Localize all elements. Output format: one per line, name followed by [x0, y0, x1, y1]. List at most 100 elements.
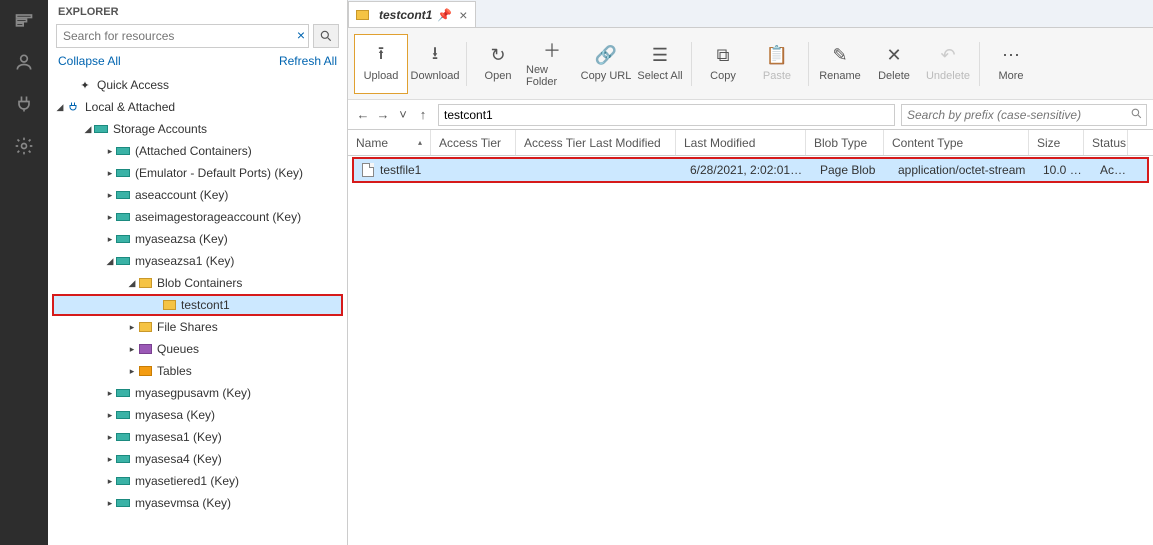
tree-item[interactable]: ▸myasesa (Key) [48, 404, 347, 426]
tab-pin-icon[interactable]: 📌 [437, 8, 452, 22]
tree-file-shares[interactable]: ▸File Shares [48, 316, 347, 338]
grid-header: Name Access Tier Access Tier Last Modifi… [348, 130, 1153, 156]
tree-item[interactable]: ▸aseimagestorageaccount (Key) [48, 206, 347, 228]
delete-button[interactable]: ✕Delete [867, 34, 921, 94]
table-icon [138, 365, 152, 377]
folder-icon [138, 277, 152, 289]
tree-item[interactable]: ▸myasetiered1 (Key) [48, 470, 347, 492]
activity-account-icon[interactable] [12, 50, 36, 74]
col-last-modified[interactable]: Last Modified [676, 130, 806, 155]
tree-item[interactable]: ▸myasesa4 (Key) [48, 448, 347, 470]
delete-icon: ✕ [884, 46, 904, 66]
file-icon [362, 163, 374, 177]
paste-button: 📋Paste [750, 34, 804, 94]
tree-testcont1[interactable]: testcont1 [52, 294, 343, 316]
open-button[interactable]: ↻Open [471, 34, 525, 94]
tree-item[interactable]: ▸(Attached Containers) [48, 140, 347, 162]
path-bar: ← → ˅ ↑ [348, 100, 1153, 130]
plus-icon: ＋ [542, 40, 562, 60]
star-icon [78, 79, 92, 91]
col-status[interactable]: Status [1084, 130, 1128, 155]
cell-status: Active [1092, 163, 1136, 177]
search-clear-icon[interactable]: × [297, 27, 305, 43]
tree-blob-containers[interactable]: ◢Blob Containers [48, 272, 347, 294]
separator [808, 42, 809, 86]
select-all-button[interactable]: ☰Select All [633, 34, 687, 94]
separator [691, 42, 692, 86]
tree-item-expanded[interactable]: ◢myaseazsa1 (Key) [48, 250, 347, 272]
collapse-all-link[interactable]: Collapse All [58, 54, 121, 68]
more-button[interactable]: ⋯More [984, 34, 1038, 94]
storage-icon [116, 409, 130, 421]
copy-icon: ⧉ [713, 46, 733, 66]
tree-item[interactable]: ▸myasesa1 (Key) [48, 426, 347, 448]
resource-tree: Quick Access ◢Local & Attached ◢Storage … [48, 74, 347, 545]
cell-content-type: application/octet-stream [890, 163, 1035, 177]
explorer-title: EXPLORER [48, 0, 347, 20]
tree-storage-accounts[interactable]: ◢Storage Accounts [48, 118, 347, 140]
search-input-wrapper: × [56, 24, 309, 48]
rename-button[interactable]: ✎Rename [813, 34, 867, 94]
explorer-panel: EXPLORER × Collapse All Refresh All Quic… [48, 0, 348, 545]
col-blob-type[interactable]: Blob Type [806, 130, 884, 155]
paste-icon: 📋 [767, 46, 787, 66]
activity-plug-icon[interactable] [12, 92, 36, 116]
link-icon: 🔗 [596, 46, 616, 66]
storage-icon [116, 431, 130, 443]
tree-item[interactable]: ▸myaseazsa (Key) [48, 228, 347, 250]
plug-icon [66, 101, 80, 113]
storage-icon [116, 189, 130, 201]
cell-name: testfile1 [380, 163, 421, 177]
search-button[interactable] [313, 24, 339, 48]
search-icon[interactable] [1130, 107, 1143, 123]
folder-icon [138, 321, 152, 333]
grid-row[interactable]: testfile1 6/28/2021, 2:02:01 PM Page Blo… [352, 157, 1149, 183]
col-tier-modified[interactable]: Access Tier Last Modified [516, 130, 676, 155]
main-area: testcont1 📌 × ⭱Upload ⭳Download ↻Open ＋N… [348, 0, 1153, 545]
col-size[interactable]: Size [1029, 130, 1084, 155]
storage-icon [116, 145, 130, 157]
col-name[interactable]: Name [348, 130, 431, 155]
undelete-icon: ↶ [938, 46, 958, 66]
activity-explorer-icon[interactable] [12, 8, 36, 32]
nav-up-icon[interactable]: ↑ [414, 106, 432, 124]
tab-bar: testcont1 📌 × [348, 0, 1153, 28]
prefix-search-input[interactable] [901, 104, 1147, 126]
new-folder-button[interactable]: ＋New Folder [525, 34, 579, 94]
path-input[interactable] [438, 104, 895, 126]
separator [466, 42, 467, 86]
tree-item[interactable]: ▸(Emulator - Default Ports) (Key) [48, 162, 347, 184]
container-icon [162, 299, 176, 311]
col-content-type[interactable]: Content Type [884, 130, 1029, 155]
tree-item[interactable]: ▸myasegpusavm (Key) [48, 382, 347, 404]
cell-last-modified: 6/28/2021, 2:02:01 PM [682, 163, 812, 177]
upload-icon: ⭱ [371, 46, 391, 66]
separator [979, 42, 980, 86]
activity-settings-icon[interactable] [12, 134, 36, 158]
storage-icon [116, 497, 130, 509]
tab-close-icon[interactable]: × [457, 7, 469, 23]
col-access-tier[interactable]: Access Tier [431, 130, 516, 155]
storage-icon [94, 123, 108, 135]
tree-item[interactable]: ▸aseaccount (Key) [48, 184, 347, 206]
tree-item[interactable]: ▸myasevmsa (Key) [48, 492, 347, 514]
cell-blob-type: Page Blob [812, 163, 890, 177]
tree-queues[interactable]: ▸Queues [48, 338, 347, 360]
activity-bar [0, 0, 48, 545]
refresh-all-link[interactable]: Refresh All [279, 54, 337, 68]
nav-down-icon[interactable]: ˅ [394, 106, 412, 124]
rename-icon: ✎ [830, 46, 850, 66]
tree-quick-access[interactable]: Quick Access [48, 74, 347, 96]
copy-button[interactable]: ⧉Copy [696, 34, 750, 94]
nav-back-icon[interactable]: ← [354, 106, 372, 124]
tree-local-attached[interactable]: ◢Local & Attached [48, 96, 347, 118]
storage-icon [116, 475, 130, 487]
copy-url-button[interactable]: 🔗Copy URL [579, 34, 633, 94]
download-button[interactable]: ⭳Download [408, 34, 462, 94]
tab-testcont1[interactable]: testcont1 📌 × [348, 1, 476, 27]
toolbar: ⭱Upload ⭳Download ↻Open ＋New Folder 🔗Cop… [348, 28, 1153, 100]
nav-forward-icon[interactable]: → [374, 106, 392, 124]
tree-tables[interactable]: ▸Tables [48, 360, 347, 382]
search-input[interactable] [56, 24, 309, 48]
upload-button[interactable]: ⭱Upload [354, 34, 408, 94]
